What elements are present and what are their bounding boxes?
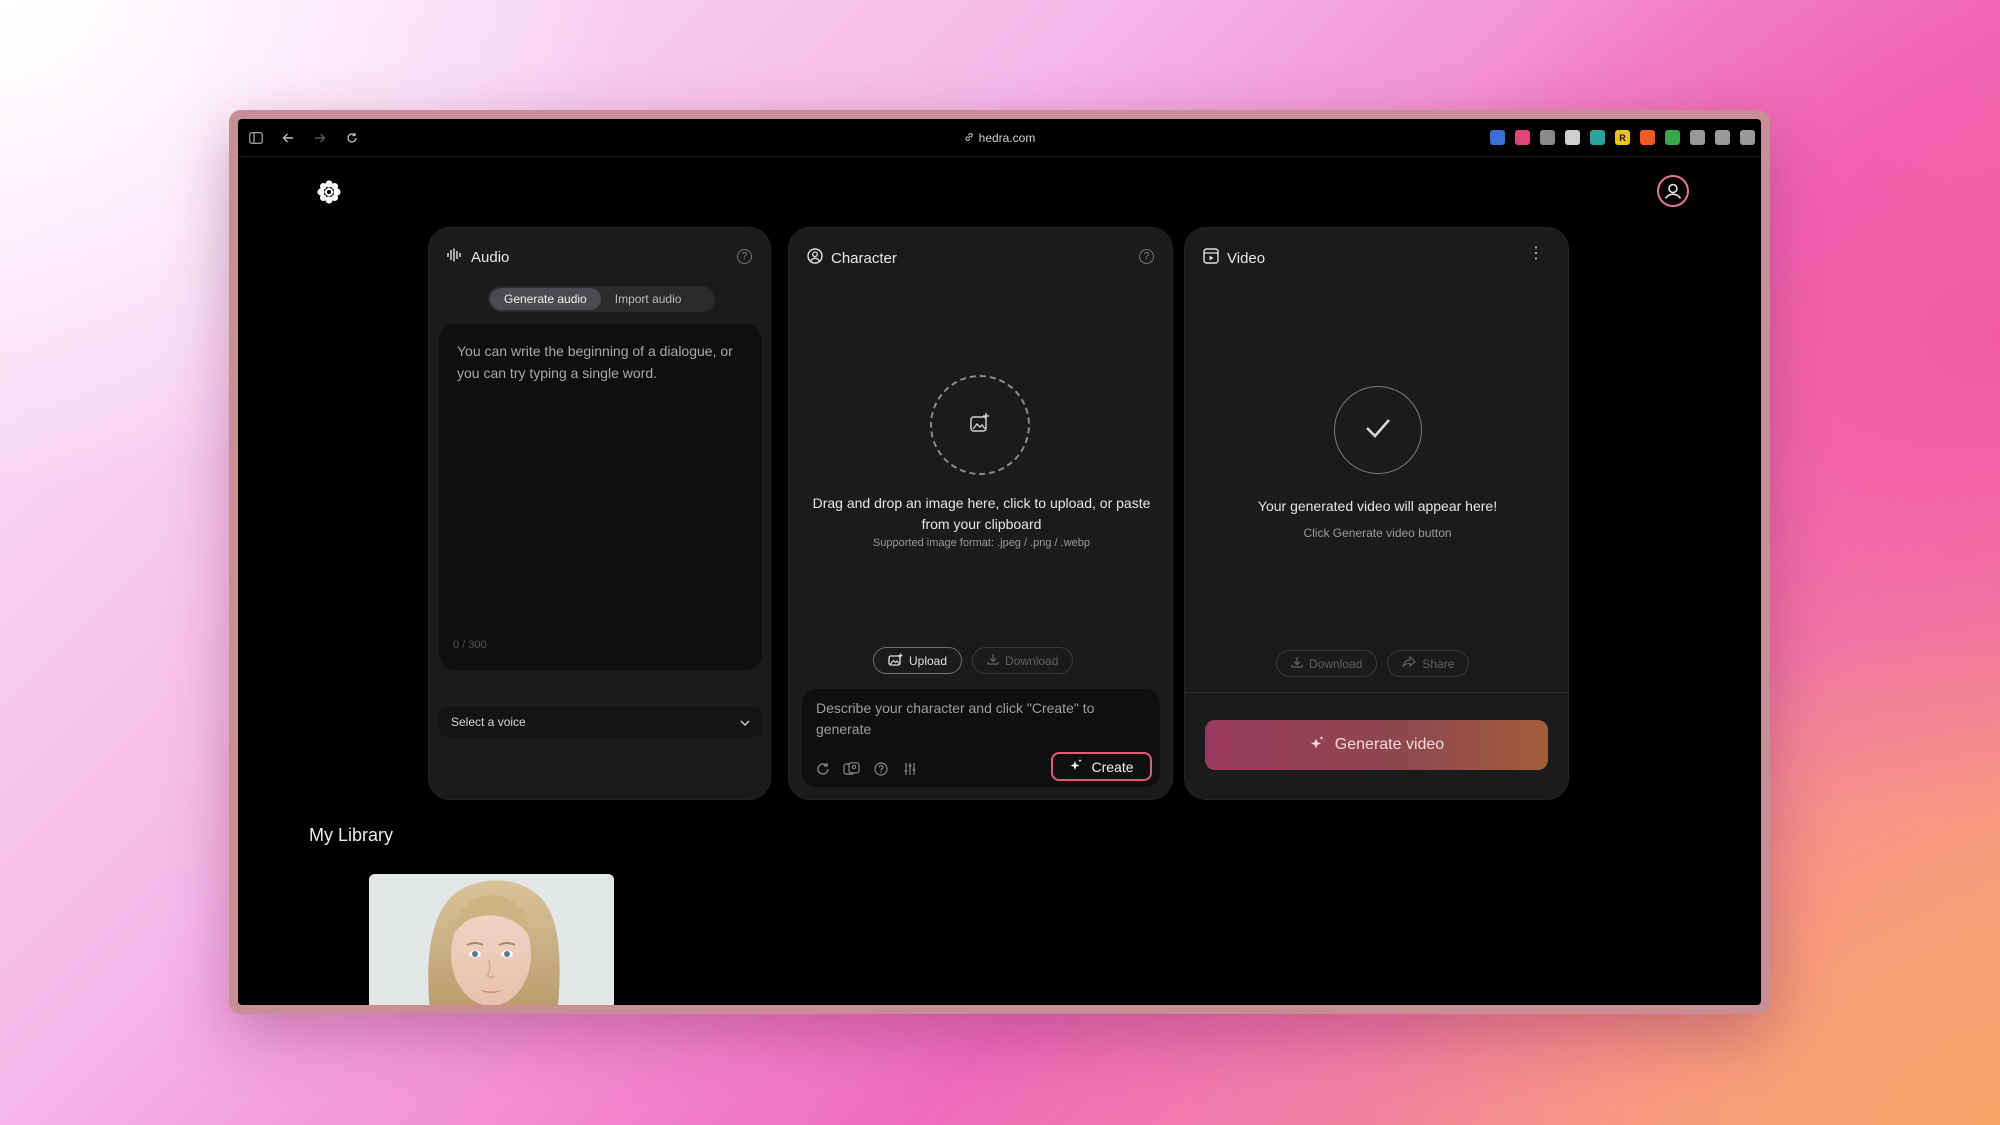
audio-text-input[interactable]: You can write the beginning of a dialogu… [439,324,762,670]
character-panel-title: Character [831,249,897,267]
download-icon [987,653,999,668]
refresh-icon[interactable] [814,760,831,777]
character-counter: 0 / 300 [453,639,487,651]
audio-panel-title: Audio [471,248,510,266]
audio-help-icon[interactable]: ? [737,249,752,264]
browser-toolbar: hedra.com R [238,119,1761,157]
image-dropzone[interactable] [930,375,1030,475]
address-bar[interactable]: hedra.com [964,130,1036,145]
video-icon [1203,248,1219,268]
video-divider [1185,692,1568,693]
character-panel-header: Character [807,248,897,268]
upload-image-icon [888,653,903,669]
ext-6-icon[interactable]: R [1615,130,1630,145]
ext-3-icon[interactable] [1540,130,1555,145]
video-empty-subtitle: Click Generate video button [1303,526,1452,540]
create-label: Create [1091,758,1134,775]
checkmark-icon [1364,417,1392,444]
character-actions: Upload Download [873,647,1074,674]
portrait-thumbnail [369,874,614,1005]
voice-select-label: Select a voice [451,715,526,729]
url-text: hedra.com [978,130,1036,145]
chevron-down-icon [740,715,750,729]
sparkle-icon [1309,735,1325,756]
supported-formats: Supported image format: .jpeg / .png / .… [872,537,1091,549]
face-swap-icon[interactable] [843,760,860,777]
tab-import-audio[interactable]: Import audio [601,288,696,310]
extensions-bar: R [1490,130,1755,145]
voice-select[interactable]: Select a voice [439,707,762,737]
hedra-logo-icon[interactable] [316,179,342,212]
library-title: My Library [309,825,394,845]
share-label: Share [1422,656,1455,671]
ext-10-icon[interactable] [1715,130,1730,145]
ext-7-icon[interactable] [1640,130,1655,145]
upload-button[interactable]: Upload [873,647,963,674]
character-download-label: Download [1005,653,1059,668]
generate-video-button[interactable]: Generate video [1205,720,1548,770]
video-actions: Download Share [1276,650,1470,677]
ext-5-icon[interactable] [1590,130,1605,145]
character-download-button[interactable]: Download [972,647,1074,674]
back-arrow-icon[interactable] [280,130,296,146]
ext-8-icon[interactable] [1665,130,1680,145]
ext-2-icon[interactable] [1515,130,1530,145]
video-download-label: Download [1309,656,1363,671]
audio-panel-header: Audio [447,248,509,266]
reload-icon[interactable] [344,130,360,146]
add-image-icon [969,412,991,439]
character-panel: Character ? Drag and drop an image here,… [788,227,1173,800]
browser-window: hedra.com R Audio ? Generate audio Impor… [229,110,1770,1014]
tab-generate-audio[interactable]: Generate audio [490,288,601,310]
audio-mode-toggle: Generate audio Import audio [488,286,715,312]
link-icon [964,131,974,145]
ext-11-icon[interactable] [1740,130,1755,145]
prompt-placeholder: Describe your character and click "Creat… [816,700,1095,737]
share-icon [1402,655,1417,671]
video-placeholder [1334,386,1422,474]
video-download-button[interactable]: Download [1276,650,1378,677]
more-options-icon[interactable]: ⋮ [1528,246,1544,262]
ext-4-icon[interactable] [1565,130,1580,145]
sparkle-icon [1069,758,1083,775]
help-circle-icon[interactable] [872,760,889,777]
prompt-tools [814,760,918,777]
dropzone-instructions: Drag and drop an image here, click to up… [812,495,1151,532]
video-panel: Video ⋮ Your generated video will appear… [1184,227,1569,800]
user-circle-icon [807,248,823,268]
ext-9-icon[interactable] [1690,130,1705,145]
video-panel-header: Video [1203,248,1265,268]
forward-arrow-icon[interactable] [312,130,328,146]
audio-panel: Audio ? Generate audio Import audio You … [428,227,771,800]
video-empty-title: Your generated video will appear here! [1257,498,1498,514]
sliders-icon[interactable] [901,760,918,777]
video-panel-title: Video [1227,249,1266,267]
waveform-icon [447,248,463,266]
user-profile-icon[interactable] [1657,175,1689,207]
audio-text-placeholder: You can write the beginning of a dialogu… [457,343,733,381]
ext-1-icon[interactable] [1490,130,1505,145]
download-icon [1291,656,1303,671]
generate-video-label: Generate video [1334,736,1445,753]
library-item[interactable] [369,874,614,1005]
browser-screen: hedra.com R Audio ? Generate audio Impor… [238,119,1761,1005]
character-help-icon[interactable]: ? [1139,249,1154,264]
sidebar-toggle-icon[interactable] [248,130,264,146]
upload-label: Upload [909,653,948,668]
share-button[interactable]: Share [1387,650,1470,677]
create-button[interactable]: Create [1051,752,1152,781]
character-prompt-input[interactable]: Describe your character and click "Creat… [802,689,1160,787]
